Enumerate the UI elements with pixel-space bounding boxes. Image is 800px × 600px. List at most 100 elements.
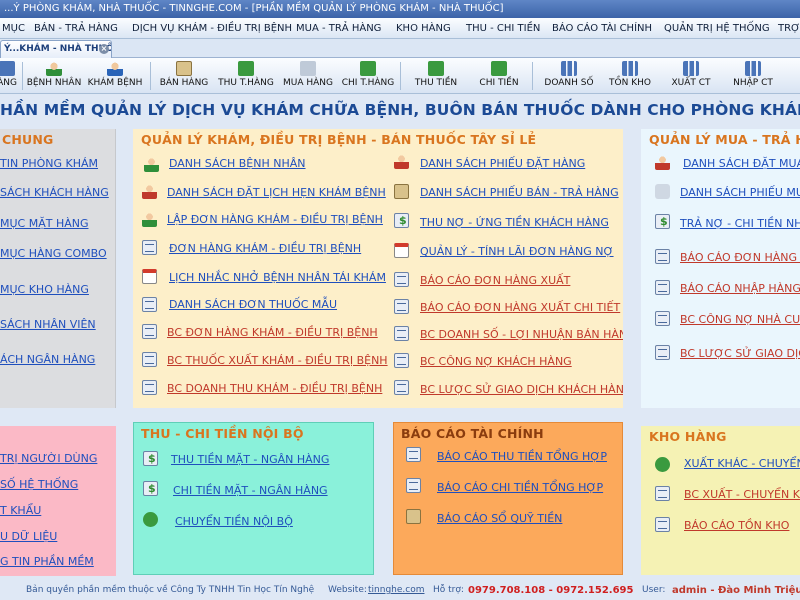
link-bao-cao-so-quy[interactable]: BÁO CÁO SỔ QUỸ TIỀN <box>437 512 562 525</box>
link-phieu-mua-hang[interactable]: DANH SÁCH PHIẾU MUA <box>680 186 800 199</box>
purchase-order-icon <box>655 155 670 170</box>
link-lich-hen-kham[interactable]: DANH SÁCH ĐẶT LỊCH HẸN KHÁM BỆNH <box>167 186 386 199</box>
panel-thu-chi: THU - CHI TIỀN NỘI BỘ THU TIỀN MẶT - NGÂ… <box>133 422 374 575</box>
toolbar-button-ton-kho[interactable]: TỒN KHO <box>602 60 658 92</box>
link-danh-muc-mat-hang[interactable]: MỤC MẶT HÀNG <box>0 217 89 230</box>
link-bao-cao-chi-tien[interactable]: BÁO CÁO CHI TIỀN TỔNG HỢP <box>437 481 603 494</box>
link-bc-doanh-so-loi-nhuan[interactable]: BC DOANH SỐ - LỢI NHUẬN BÁN HÀNG <box>420 328 623 341</box>
link-thu-tien-mat-ngan-hang[interactable]: THU TIỀN MẶT - NGÂN HÀNG <box>171 453 329 466</box>
link-bc-xuat-chuyen-kho[interactable]: BC XUẤT - CHUYỂN KHO <box>684 488 800 501</box>
toolbar-button-benh-nhan[interactable]: BỆNH NHÂN <box>26 60 82 92</box>
close-icon[interactable]: × <box>99 44 109 54</box>
link-danh-sach-ngan-hang[interactable]: ÁCH NGÂN HÀNG <box>0 353 95 366</box>
menu-item-dich-vu-kham[interactable]: DỊCH VỤ KHÁM - ĐIỀU TRỊ BỆNH <box>132 18 292 38</box>
link-bc-cong-no-nha-cung-cap[interactable]: BC CÔNG NỢ NHÀ CUNG <box>680 313 800 326</box>
tab-main[interactable]: Ý...KHÁM - NHÀ THUỐC × <box>0 40 112 58</box>
link-thu-no-khach-hang[interactable]: THU NỢ - ỨNG TIỀN KHÁCH HÀNG <box>420 216 609 229</box>
link-bc-luoc-su-giao-dich-ncc[interactable]: BC LƯỢC SỬ GIAO DỊCH <box>680 347 800 360</box>
panel-kham-title: QUẢN LÝ KHÁM, ĐIỀU TRỊ BỆNH - BÁN THUỐC … <box>141 132 537 147</box>
link-bao-cao-ton-kho[interactable]: BÁO CÁO TỒN KHO <box>684 519 789 532</box>
link-chuyen-tien-noi-bo[interactable]: CHUYỂN TIỀN NỘI BỘ <box>175 515 293 528</box>
footer-website-link[interactable]: tinnghe.com <box>368 581 424 600</box>
report-icon <box>142 352 157 367</box>
link-bc-thuoc-xuat-kham[interactable]: BC THUỐC XUẤT KHÁM - ĐIỀU TRỊ BỆNH <box>167 354 388 367</box>
link-thong-tin-phong-kham[interactable]: TIN PHÒNG KHÁM <box>0 157 98 170</box>
menu-item-ban-tra-hang[interactable]: BÁN - TRẢ HÀNG <box>34 18 118 38</box>
link-quan-tri-nguoi-dung[interactable]: TRỊ NGƯỜI DÙNG <box>0 452 97 465</box>
link-bao-cao-don-hang-xuat-chi-tiet[interactable]: BÁO CÁO ĐƠN HÀNG XUẤT CHI TIẾT <box>420 301 620 314</box>
menu-item-quan-tri-he-thong[interactable]: QUẢN TRỊ HỆ THỐNG <box>664 18 770 38</box>
link-xuat-khac-chuyen-kho[interactable]: XUẤT KHÁC - CHUYỂN K <box>684 457 800 470</box>
toolbar-button-thu-tien[interactable]: THU TIỀN <box>406 60 466 92</box>
cash-book-icon <box>406 509 421 524</box>
panel-chung-title: CHUNG <box>2 132 54 147</box>
toolbar-separator <box>22 62 23 90</box>
link-bao-cao-don-hang-xuat[interactable]: BÁO CÁO ĐƠN HÀNG XUẤT <box>420 274 570 287</box>
interest-calendar-icon <box>394 243 409 258</box>
link-lap-don-hang-kham[interactable]: LẬP ĐƠN HÀNG KHÁM - ĐIỀU TRỊ BỆNH <box>167 213 383 226</box>
link-don-thuoc-mau[interactable]: DANH SÁCH ĐƠN THUỐC MẪU <box>169 298 337 311</box>
report-icon <box>142 380 157 395</box>
link-dat-mua-hang[interactable]: DANH SÁCH ĐẶT MUA H <box>683 157 800 170</box>
link-bao-cao-thu-tien[interactable]: BÁO CÁO THU TIỀN TỔNG HỢP <box>437 450 607 463</box>
toolbar-button-doanh-so[interactable]: DOANH SỐ <box>538 60 600 92</box>
page-title: HẦN MỀM QUẢN LÝ DỊCH VỤ KHÁM CHỮA BỆNH, … <box>0 101 800 119</box>
link-lich-nhac-tai-kham[interactable]: LỊCH NHẮC NHỞ BỆNH NHÂN TÁI KHÁM <box>169 271 386 284</box>
footer-support-label: Hỗ trợ: <box>433 585 464 595</box>
menu-item-thu-chi-tien[interactable]: THU - CHI TIỀN <box>466 18 540 38</box>
footer-website-label: Website: <box>328 585 367 595</box>
toolbar-button-nhap-ct[interactable]: NHẬP CT <box>724 60 782 92</box>
link-thong-tin-phan-mem[interactable]: G TIN PHẦN MỀM <box>0 555 94 568</box>
link-danh-sach-khach-hang[interactable]: SÁCH KHÁCH HÀNG <box>0 186 109 199</box>
link-don-hang-kham[interactable]: ĐƠN HÀNG KHÁM - ĐIỀU TRỊ BỆNH <box>169 242 361 255</box>
link-phieu-ban-tra-hang[interactable]: DANH SÁCH PHIẾU BÁN - TRẢ HÀNG <box>420 186 619 199</box>
link-bao-cao-nhap-hang[interactable]: BÁO CÁO NHẬP HÀNG C <box>680 282 800 295</box>
link-bc-don-hang-kham[interactable]: BC ĐƠN HÀNG KHÁM - ĐIỀU TRỊ BỆNH <box>167 326 378 339</box>
patient-icon <box>144 157 159 172</box>
report-icon <box>394 326 409 341</box>
menu-item-kho-hang[interactable]: KHO HÀNG <box>396 18 451 38</box>
toolbar-button-thu-t-hang[interactable]: THU T.HÀNG <box>216 60 276 92</box>
toolbar-button-xuat-ct[interactable]: XUẤT CT <box>662 60 720 92</box>
register-icon <box>176 61 192 76</box>
menu-item-bao-cao-tai-chinh[interactable]: BÁO CÁO TÀI CHÍNH <box>552 18 652 38</box>
debt-payment-icon <box>655 214 670 229</box>
window-title: ...Ý PHÒNG KHÁM, NHÀ THUỐC - TINNGHE.COM… <box>0 0 800 18</box>
link-danh-muc-hang-combo[interactable]: MỤC HÀNG COMBO <box>0 247 107 260</box>
toolbar-button-chi-t-hang[interactable]: CHI T.HÀNG <box>340 60 396 92</box>
link-danh-sach-benh-nhan[interactable]: DANH SÁCH BỆNH NHÂN <box>169 157 306 170</box>
menu-item-danh-muc[interactable]: MỤC <box>2 18 25 38</box>
link-sao-luu-du-lieu[interactable]: U DỮ LIỆU <box>0 530 57 543</box>
report-icon <box>394 353 409 368</box>
cash-out-icon <box>491 61 507 76</box>
panel-kham-benh: QUẢN LÝ KHÁM, ĐIỀU TRỊ BỆNH - BÁN THUỐC … <box>133 129 623 408</box>
chart-icon <box>561 61 577 76</box>
link-bc-cong-no-khach-hang[interactable]: BC CÔNG NỢ KHÁCH HÀNG <box>420 355 572 368</box>
toolbar-button-ban-hang-partial[interactable]: ÀNG <box>0 60 18 92</box>
toolbar-button-mua-hang[interactable]: MUA HÀNG <box>280 60 336 92</box>
toolbar-button-kham-benh[interactable]: KHÁM BỆNH <box>86 60 144 92</box>
export-chart-icon <box>683 61 699 76</box>
toolbar-button-ban-hang[interactable]: BÁN HÀNG <box>156 60 212 92</box>
link-danh-sach-nhan-vien[interactable]: SÁCH NHÂN VIÊN <box>0 318 96 331</box>
link-danh-muc-kho-hang[interactable]: MỤC KHO HÀNG <box>0 283 89 296</box>
link-tinh-lai-don-hang-no[interactable]: QUẢN LÝ - TÍNH LÃI ĐƠN HÀNG NỢ <box>420 245 614 258</box>
panel-bao-cao-tai-chinh: BÁO CÁO TÀI CHÍNH BÁO CÁO THU TIỀN TỔNG … <box>393 422 623 575</box>
register-icon <box>394 184 409 199</box>
link-tham-so-he-thong[interactable]: SỐ HỆ THỐNG <box>0 478 78 491</box>
appointment-user-icon <box>142 184 157 199</box>
menu-item-mua-tra-hang[interactable]: MUA - TRẢ HÀNG <box>296 18 381 38</box>
link-chi-tien-mat-ngan-hang[interactable]: CHI TIỀN MẶT - NGÂN HÀNG <box>173 484 328 497</box>
link-bc-luoc-su-giao-dich-kh[interactable]: BC LƯỢC SỬ GIAO DỊCH KHÁCH HÀNG <box>420 383 623 396</box>
toolbar-button-chi-tien[interactable]: CHI TIỀN <box>470 60 528 92</box>
report-icon <box>394 299 409 314</box>
menu-item-tro-giup[interactable]: TRỢ <box>778 18 800 38</box>
link-phieu-dat-hang[interactable]: DANH SÁCH PHIẾU ĐẶT HÀNG <box>420 157 585 170</box>
link-tra-no-nha-cung-cap[interactable]: TRẢ NỢ - CHI TIỀN NHÀ <box>680 217 800 230</box>
panel-chung: CHUNG TIN PHÒNG KHÁM SÁCH KHÁCH HÀNG MỤC… <box>0 129 116 408</box>
link-bao-cao-don-hang-nhap[interactable]: BÁO CÁO ĐƠN HÀNG NH <box>680 251 800 264</box>
link-doi-mat-khau[interactable]: T KHẨU <box>0 504 41 517</box>
link-bc-doanh-thu-kham[interactable]: BC DOANH THU KHÁM - ĐIỀU TRỊ BỆNH <box>167 382 382 395</box>
toolbar-separator <box>400 62 401 90</box>
report-icon <box>655 280 670 295</box>
